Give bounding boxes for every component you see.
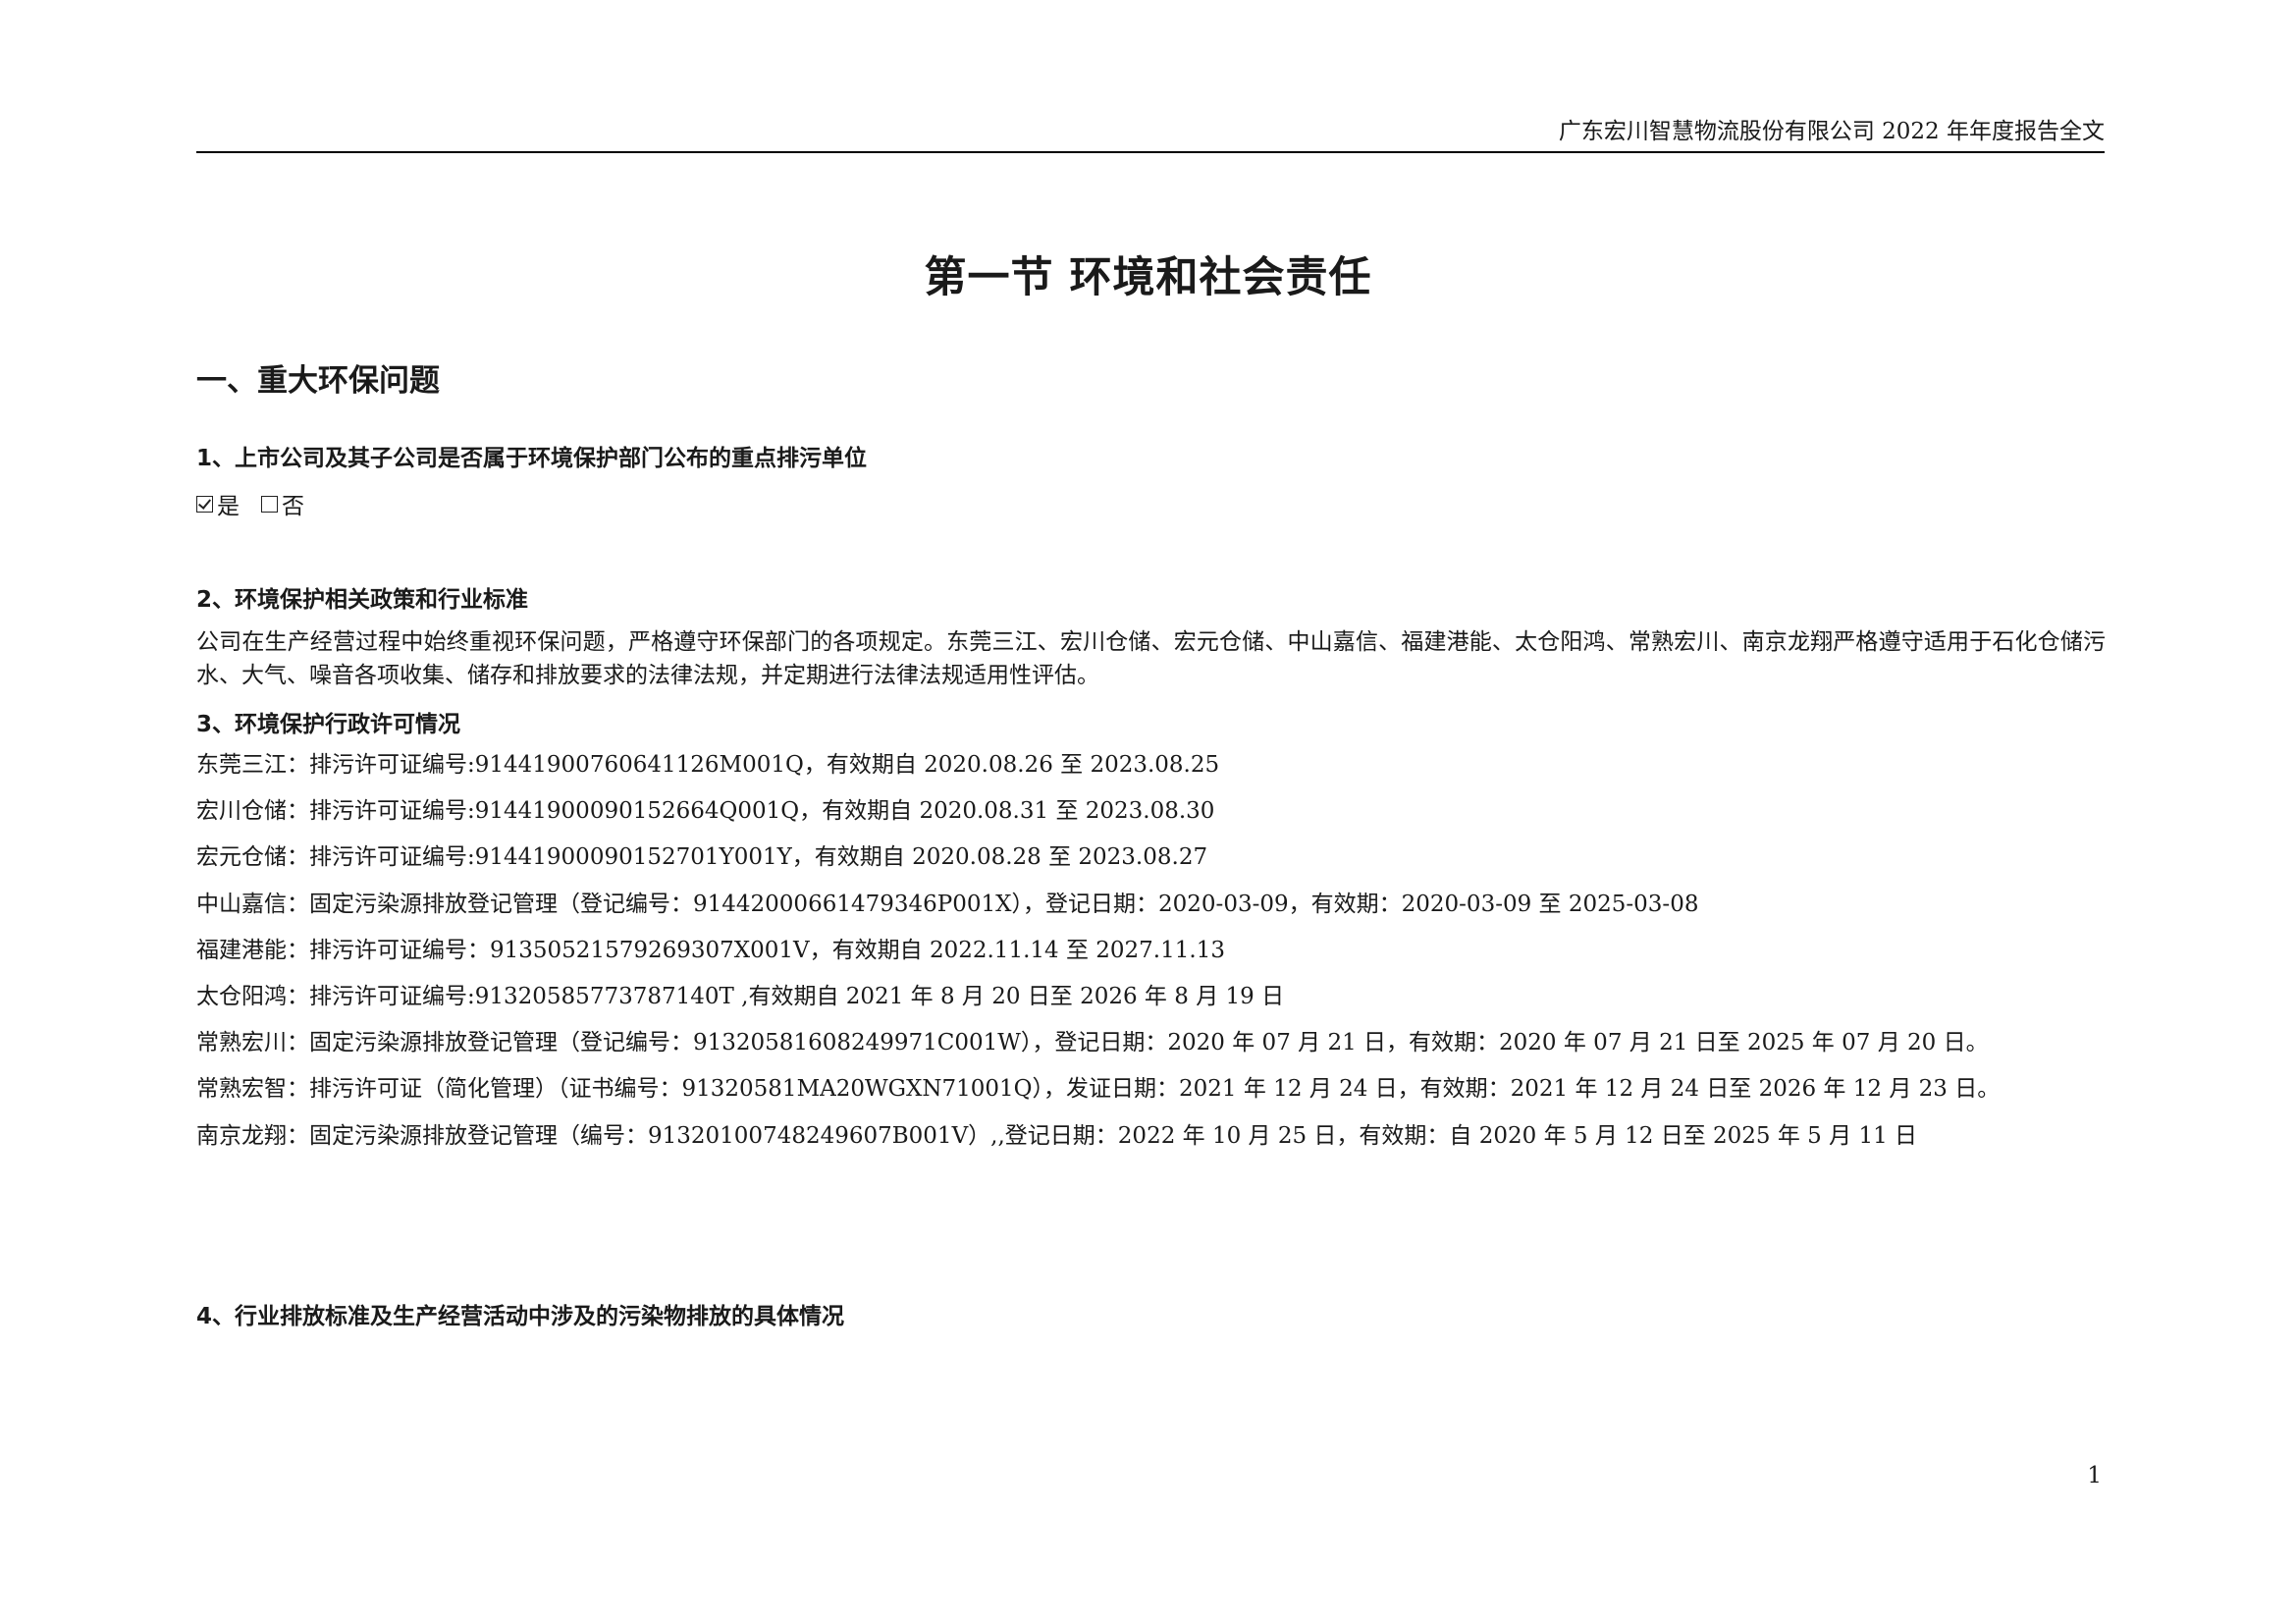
header-title: 广东宏川智慧物流股份有限公司 2022 年年度报告全文 bbox=[1558, 119, 2105, 144]
permit-item: 中山嘉信：固定污染源排放登记管理（登记编号：91442000661479346P… bbox=[196, 891, 1699, 917]
q1-heading: 1、上市公司及其子公司是否属于环境保护部门公布的重点排污单位 bbox=[196, 446, 868, 471]
q2-paragraph: 公司在生产经营过程中始终重视环保问题，严格遵守环保部门的各项规定。东莞三江、宏川… bbox=[196, 629, 2106, 688]
permit-item: 南京龙翔：固定污染源排放登记管理（编号：91320100748249607B00… bbox=[196, 1122, 1918, 1149]
page-number: 1 bbox=[2087, 1463, 2102, 1488]
permit-item: 福建港能：排污许可证编号：91350521579269307X001V，有效期自… bbox=[196, 937, 1225, 963]
q1-options: 是 否 bbox=[196, 487, 326, 520]
option-no-label: 否 bbox=[282, 494, 304, 519]
unchecked-checkbox-icon bbox=[261, 495, 278, 513]
checked-checkbox-icon bbox=[196, 495, 213, 513]
permit-item: 宏川仓储：排污许可证编号:9144190009015266​4Q001Q，有效期… bbox=[196, 798, 1215, 825]
part1-heading: 一、重大环保问题 bbox=[196, 363, 440, 399]
page-header: 广东宏川智慧物流股份有限公司 2022 年年度报告全文 bbox=[196, 110, 2105, 153]
q3-heading: 3、环境保护行政许可情况 bbox=[196, 712, 461, 737]
q2-heading: 2、环境保护相关政策和行业标准 bbox=[196, 587, 529, 613]
permit-item: 常熟宏川：固定污染源排放登记管理（登记编号：91320581608249971C… bbox=[196, 1030, 1989, 1056]
q4-heading: 4、行业排放标准及生产经营活动中涉及的污染物排放的具体情况 bbox=[196, 1304, 845, 1329]
option-yes: 是 bbox=[196, 487, 240, 520]
option-yes-label: 是 bbox=[217, 494, 240, 519]
section-title: 第一节 环境和社会责任 bbox=[924, 253, 1372, 302]
permit-list: 东莞三江：排污许可证编号:91441900760641126M001Q，有效期自… bbox=[196, 748, 2000, 1165]
permit-item: 常熟宏智：排污许可证（简化管理）（证书编号：91320581MA20WGXN71… bbox=[196, 1076, 2001, 1103]
permit-item: 东莞三江：排污许可证编号:91441900760641126M001Q，有效期自… bbox=[196, 752, 1220, 778]
option-no: 否 bbox=[261, 487, 304, 520]
permit-item: 宏元仓储：排污许可证编号:91441900090152701Y001Y，有效期自… bbox=[196, 844, 1208, 871]
permit-item: 太仓阳鸿：排污许可证编号:91320585773787140T ,有效期自 20… bbox=[196, 983, 1285, 1009]
